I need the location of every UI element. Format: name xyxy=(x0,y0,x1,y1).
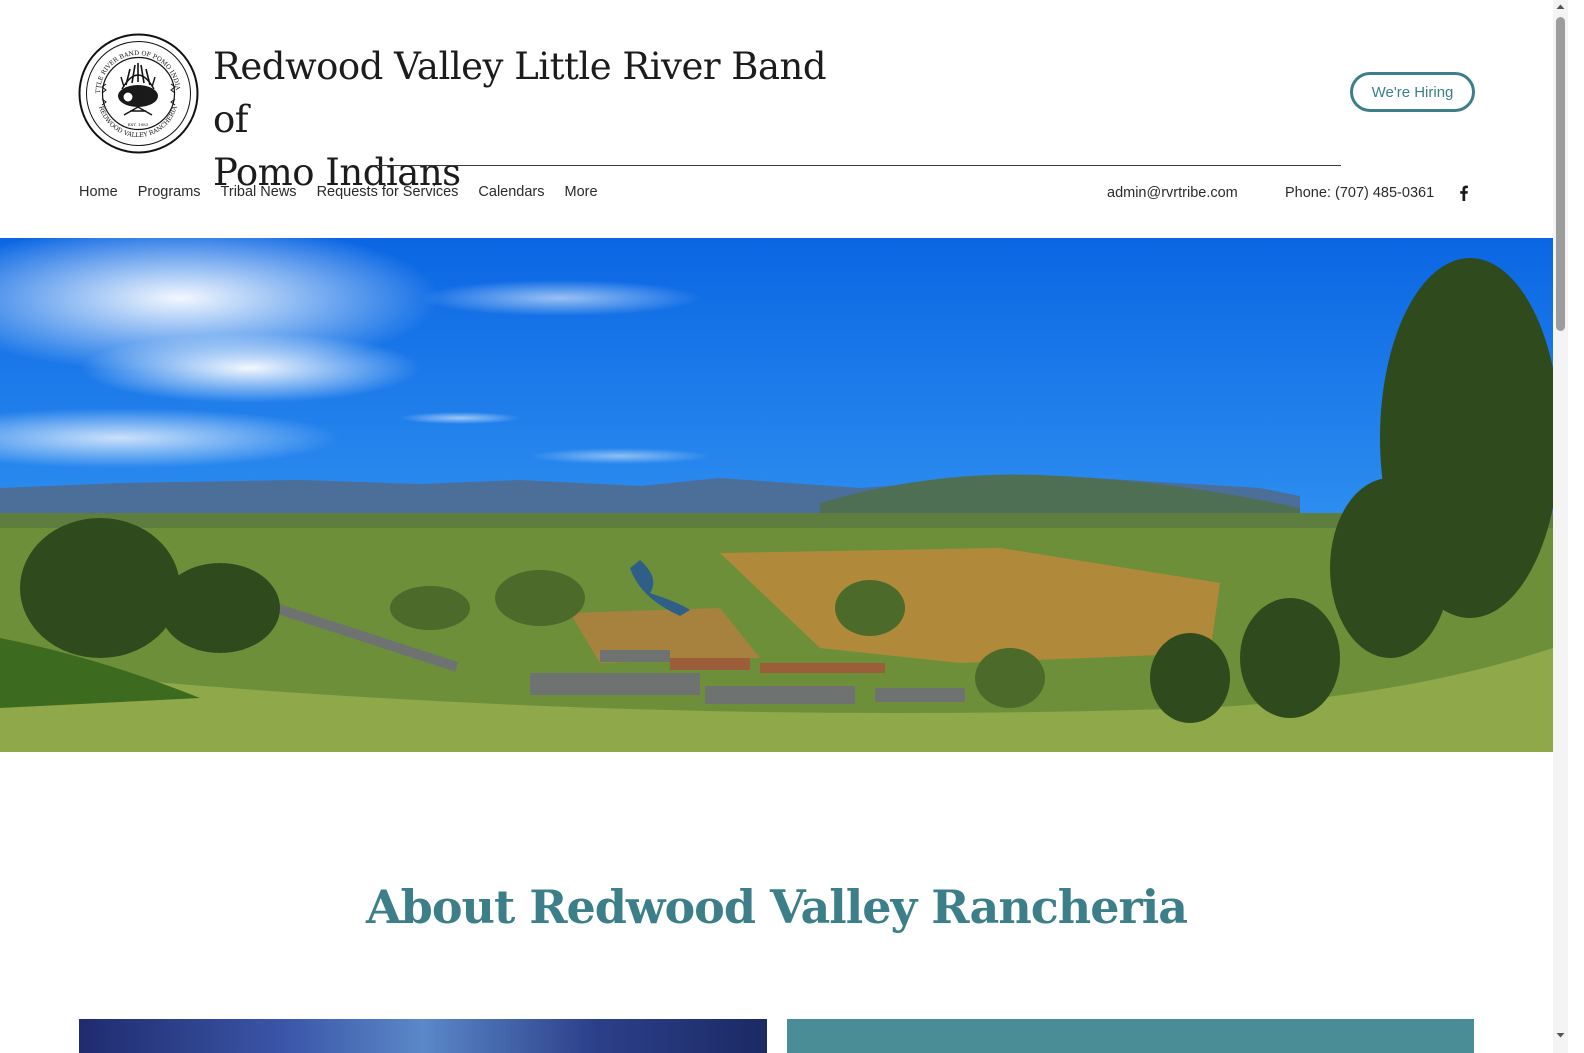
page-scrollbar[interactable] xyxy=(1553,0,1568,1053)
nav-item-tribal-news[interactable]: Tribal News xyxy=(221,184,297,200)
contact-email[interactable]: admin@rvrtribe.com xyxy=(1107,185,1238,201)
were-hiring-button[interactable]: We're Hiring xyxy=(1350,72,1475,112)
scroll-up-arrow-icon[interactable] xyxy=(1555,2,1566,12)
header-divider xyxy=(371,165,1341,166)
about-image-card xyxy=(79,1019,767,1053)
nav-item-requests-for-services[interactable]: Requests for Services xyxy=(317,184,459,200)
nav-item-calendars[interactable]: Calendars xyxy=(478,184,544,200)
about-heading: About Redwood Valley Rancheria xyxy=(365,880,1188,934)
hero-landscape-image xyxy=(0,238,1553,752)
contact-phone: Phone: (707) 485-0361 xyxy=(1285,185,1435,201)
nav-item-home[interactable]: Home xyxy=(79,184,118,200)
about-text-card xyxy=(787,1019,1474,1053)
site-title-line1: Redwood Valley Little River Band of xyxy=(213,45,827,141)
svg-text:EST. 1983: EST. 1983 xyxy=(128,122,149,127)
tribe-logo[interactable]: LITTLE RIVER BAND OF POMO INDIANS REDWOO… xyxy=(78,33,199,154)
nav-item-programs[interactable]: Programs xyxy=(138,184,201,200)
main-nav: Home Programs Tribal News Requests for S… xyxy=(79,184,598,200)
nav-item-more[interactable]: More xyxy=(565,184,598,200)
scroll-down-arrow-icon[interactable] xyxy=(1555,1030,1566,1040)
site-title[interactable]: Redwood Valley Little River Band of Pomo… xyxy=(213,40,833,199)
facebook-icon[interactable] xyxy=(1455,184,1473,202)
scrollbar-thumb[interactable] xyxy=(1556,17,1565,331)
